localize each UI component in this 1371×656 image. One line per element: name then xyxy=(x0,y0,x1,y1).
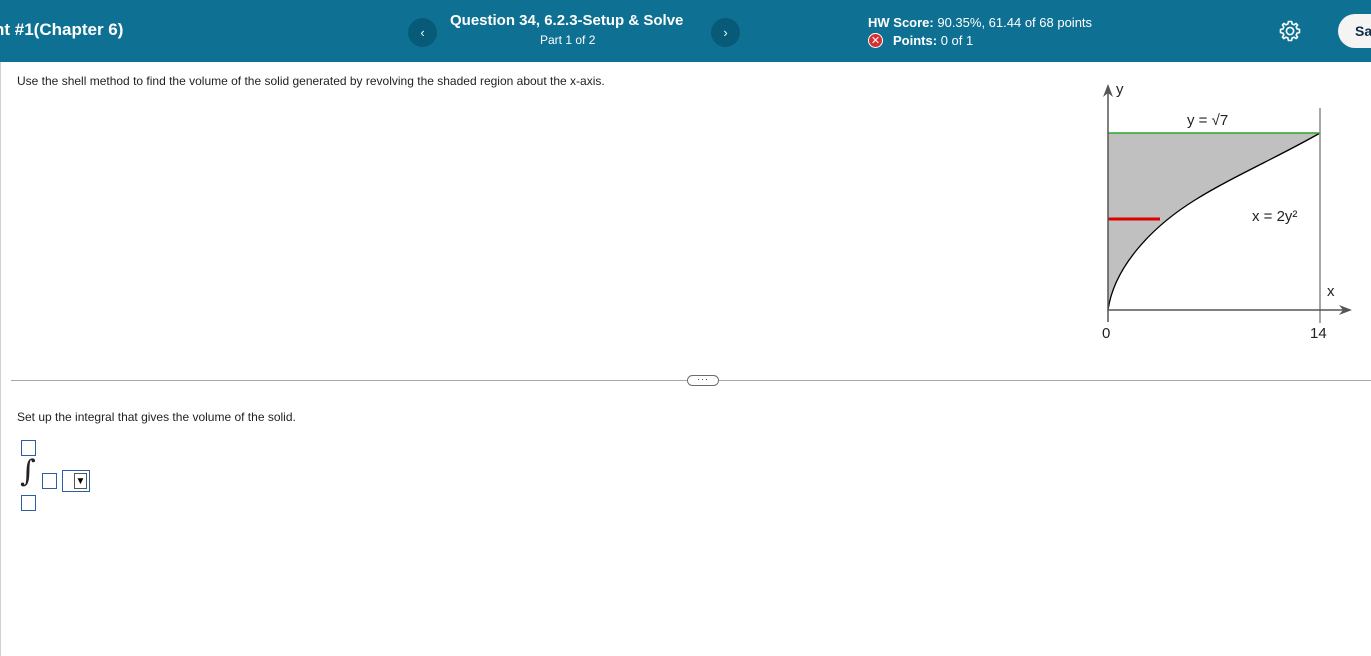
gear-icon[interactable] xyxy=(1278,19,1302,43)
region-graph: y x 0 14 y = √7 x = 2y² xyxy=(1102,81,1352,342)
previous-question-button[interactable]: ‹ xyxy=(408,18,437,47)
next-question-button[interactable]: › xyxy=(711,18,740,47)
points: ✕ Points: 0 of 1 xyxy=(868,33,973,48)
question-part: Part 1 of 2 xyxy=(540,33,596,47)
y-axis-label: y xyxy=(1116,81,1124,98)
dropdown-arrow-icon: ▼ xyxy=(74,473,87,489)
content-left-border xyxy=(0,62,1,656)
curve-label: x = 2y² xyxy=(1252,208,1297,225)
instruction-text: Set up the integral that gives the volum… xyxy=(17,410,296,424)
save-button[interactable]: Sa xyxy=(1338,14,1371,48)
hw-score-value: 90.35%, 61.44 of 68 points xyxy=(937,15,1093,30)
x-tick-label: 14 xyxy=(1310,325,1327,342)
hw-score-label: HW Score: xyxy=(868,15,934,30)
header-bar: nt #1(Chapter 6) ‹ Question 34, 6.2.3-Se… xyxy=(0,0,1371,62)
top-line-label: y = √7 xyxy=(1187,112,1228,129)
x-axis-label: x xyxy=(1327,283,1335,300)
points-value: 0 of 1 xyxy=(940,33,974,48)
expand-button[interactable]: ··· xyxy=(687,375,719,386)
integrand-input[interactable] xyxy=(42,473,57,489)
points-label: Points: xyxy=(893,33,938,48)
origin-label: 0 xyxy=(1102,325,1110,342)
hw-score: HW Score: 90.35%, 61.44 of 68 points xyxy=(868,15,1092,30)
incorrect-icon: ✕ xyxy=(868,33,883,48)
differential-dropdown[interactable]: ▼ xyxy=(62,470,90,492)
assignment-title: nt #1(Chapter 6) xyxy=(0,20,124,39)
lower-limit-input[interactable] xyxy=(21,495,36,511)
integral-symbol: ∫ xyxy=(20,454,36,489)
question-title: Question 34, 6.2.3-Setup & Solve xyxy=(450,12,684,29)
question-text: Use the shell method to find the volume … xyxy=(17,74,605,88)
